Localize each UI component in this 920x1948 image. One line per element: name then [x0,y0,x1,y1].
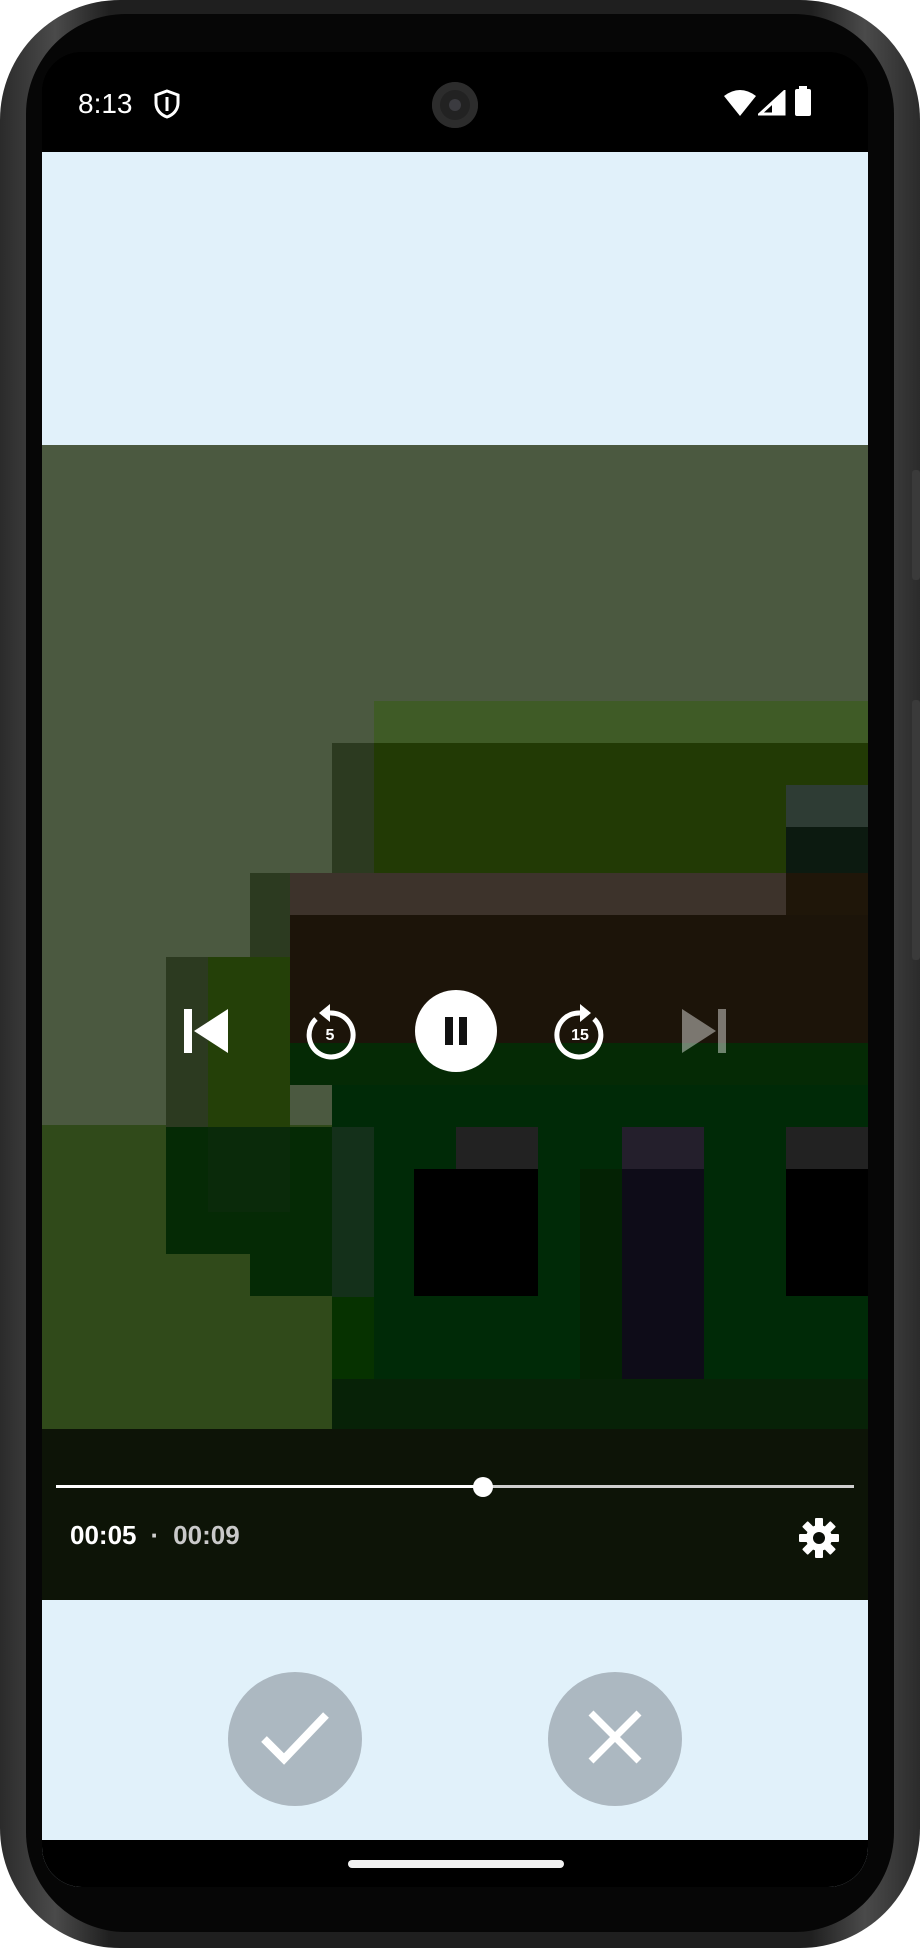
skip-previous-button[interactable] [158,985,254,1081]
home-gesture-handle[interactable] [348,1860,564,1868]
video-frame-block [786,1127,868,1169]
pause-icon [414,989,498,1078]
transport-controls: 5 15 [42,985,868,1081]
video-frame-block [332,1379,868,1429]
video-frame-block [786,785,868,827]
video-player[interactable]: 5 15 00:05 · 00:09 [42,445,868,1600]
video-frame-block [622,1169,704,1379]
shield-icon [154,89,180,124]
seek-bar[interactable] [56,1476,854,1497]
status-time: 8:13 [78,88,133,119]
front-camera [432,82,478,128]
duration: 00:09 [173,1520,240,1550]
rewind-5-icon: 5 [300,1003,360,1063]
video-frame-block [622,1127,704,1169]
cancel-button[interactable] [548,1672,682,1806]
video-frame-block [414,1169,538,1296]
cell-signal-icon [756,88,786,121]
video-frame-block [786,827,868,873]
app-top-area [42,152,868,445]
status-bar: 8:13 [42,52,868,152]
rewind-label: 5 [325,1027,335,1044]
video-frame-block [456,1127,538,1169]
forward-label: 15 [571,1027,589,1044]
video-frame-block [208,1127,290,1212]
phone-frame: 8:13 5 15 00:05 · 00:09 [0,0,920,1948]
controller-scrim [42,1429,868,1600]
video-frame-block [786,873,868,915]
screen: 8:13 5 15 00:05 · 00:09 [42,52,868,1887]
battery-icon [795,86,811,121]
confirm-button[interactable] [228,1672,362,1806]
fast-forward-button[interactable]: 15 [532,985,628,1081]
video-frame-block [786,1169,868,1296]
video-frame-block [332,1127,374,1297]
skip-next-icon [676,1003,732,1064]
video-frame-block [250,1212,332,1296]
video-frame-block [332,743,374,873]
time-separator: · [150,1520,160,1550]
video-frame-block [580,1169,622,1379]
time-display: 00:05 · 00:09 [70,1520,240,1551]
seek-thumb[interactable] [473,1477,493,1497]
pause-button[interactable] [408,985,504,1081]
volume-button [912,700,920,960]
skip-previous-icon [178,1003,234,1064]
current-position: 00:05 [70,1520,137,1550]
settings-button[interactable] [794,1515,844,1565]
gear-icon [797,1516,841,1565]
power-button [912,470,920,580]
forward-15-icon: 15 [550,1003,610,1063]
video-frame-block [290,873,786,915]
rewind-button[interactable]: 5 [282,985,378,1081]
close-icon [585,1707,645,1772]
video-frame-block [374,701,868,743]
check-icon [258,1707,332,1772]
wifi-icon [724,90,756,121]
seek-played [56,1485,483,1488]
skip-next-button[interactable] [656,985,752,1081]
